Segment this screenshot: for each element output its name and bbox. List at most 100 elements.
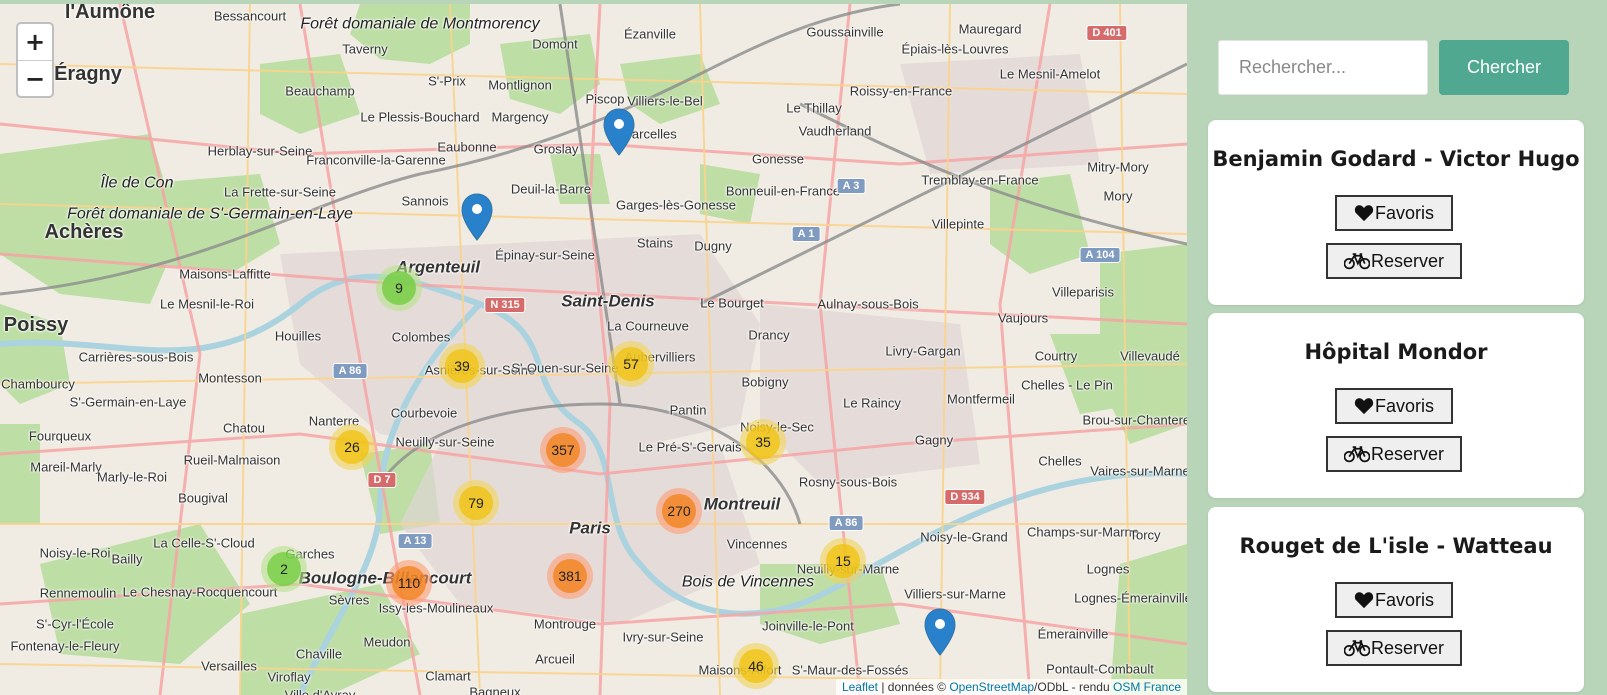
favorite-button[interactable]: Favoris: [1335, 388, 1453, 424]
place-label: Livry-Gargan: [885, 343, 961, 359]
station-cluster[interactable]: 39: [439, 343, 485, 389]
road-shield: A 13: [397, 533, 433, 549]
place-label: Bagneux: [469, 684, 521, 695]
place-label: Forêt domaniale de S'-Germain-en-Laye: [67, 205, 353, 223]
reserve-button[interactable]: Reserver: [1326, 243, 1462, 279]
zoom-control: + −: [16, 22, 54, 98]
road-shield: N 315: [484, 297, 526, 313]
attribution-text: /ODbL - rendu: [1034, 680, 1113, 694]
road-shield: D 7: [367, 472, 397, 488]
search-button[interactable]: Chercher: [1439, 40, 1569, 95]
place-label: Lognes-Émerainville: [1074, 590, 1187, 606]
place-label: Saint-Denis: [561, 291, 655, 311]
station-cluster[interactable]: 35: [740, 419, 786, 465]
favorite-label: Favoris: [1374, 589, 1434, 610]
favorite-button[interactable]: Favoris: [1335, 195, 1453, 231]
place-label: Émerainville: [1037, 626, 1109, 642]
map-attribution: Leaflet | données © OpenStreetMap/ODbL -…: [835, 679, 1187, 695]
place-label: Margency: [491, 109, 549, 125]
station-cluster[interactable]: 9: [376, 265, 422, 311]
place-label: Bougival: [178, 490, 228, 506]
place-label: Noisy-le-Roi: [39, 545, 111, 561]
place-label: Carrières-sous-Bois: [78, 349, 194, 365]
zoom-out-button[interactable]: −: [18, 60, 52, 96]
place-label: Rosny-sous-Bois: [798, 474, 898, 490]
place-label: Chaville: [295, 646, 343, 662]
place-label: Épinay-sur-Seine: [495, 247, 595, 263]
cluster-count: 15: [826, 544, 860, 578]
place-label: Montfermeil: [947, 391, 1015, 407]
place-label: Le Pré-S'-Gervais: [638, 439, 742, 455]
station-cluster[interactable]: 357: [540, 427, 586, 473]
cluster-count: 357: [546, 433, 580, 467]
place-label: Ville d'Avray: [284, 687, 356, 695]
station-cluster[interactable]: 46: [733, 643, 779, 689]
openstreetmap-link[interactable]: OpenStreetMap: [949, 680, 1034, 694]
place-label: Île de Con: [100, 174, 174, 192]
reserve-label: Reserver: [1370, 443, 1445, 464]
place-label: Montlignon: [488, 77, 552, 93]
search-input[interactable]: Rechercher...: [1218, 40, 1428, 95]
road-shield: D 934: [944, 489, 986, 505]
place-label: Pantin: [669, 402, 707, 418]
osm-france-link[interactable]: OSM France: [1113, 680, 1181, 694]
bicycle-icon: [1343, 640, 1370, 657]
place-label: Éragny: [54, 63, 122, 85]
place-label: Neuilly-sur-Seine: [395, 434, 495, 450]
sidebar: Rechercher... Chercher Benjamin Godard -…: [1187, 4, 1607, 695]
place-label: Montesson: [198, 370, 262, 386]
place-label: Achères: [44, 221, 124, 243]
place-label: Rennemoulin: [39, 585, 117, 601]
place-label: Vaires-sur-Marne: [1090, 463, 1187, 479]
place-label: Clamart: [425, 668, 471, 684]
cluster-count: 381: [553, 559, 587, 593]
station-cluster[interactable]: 26: [329, 424, 375, 470]
station-marker[interactable]: [603, 108, 635, 156]
place-label: Ézanville: [623, 26, 677, 42]
station-cluster[interactable]: 79: [453, 480, 499, 526]
cluster-count: 46: [739, 649, 773, 683]
place-label: Chambourcy: [1, 376, 75, 392]
reserve-button[interactable]: Reserver: [1326, 630, 1462, 666]
station-name: Hôpital Mondor: [1304, 340, 1488, 364]
heart-icon: [1354, 592, 1374, 609]
place-label: Dugny: [694, 238, 732, 254]
leaflet-link[interactable]: Leaflet: [842, 680, 878, 694]
cluster-count: 270: [662, 494, 696, 528]
place-label: Bailly: [111, 551, 143, 567]
station-cluster[interactable]: 110: [386, 560, 432, 606]
favorite-button[interactable]: Favoris: [1335, 582, 1453, 618]
place-label: Aulnay-sous-Bois: [817, 296, 919, 312]
station-cluster[interactable]: 57: [608, 341, 654, 387]
station-cluster[interactable]: 381: [547, 553, 593, 599]
station-map[interactable]: l'Aumône Bessancourt Forêt domaniale de Mo…: [0, 4, 1187, 695]
place-label: Brou-sur-Chantereine: [1082, 412, 1187, 428]
place-label: Le Bourget: [700, 295, 764, 311]
place-label: Gonesse: [751, 151, 805, 167]
place-label: Stains: [636, 235, 674, 251]
station-marker[interactable]: [461, 193, 493, 241]
place-label: Versailles: [201, 658, 257, 674]
place-label: Villeparisis: [1052, 284, 1114, 300]
station-cluster[interactable]: 270: [656, 488, 702, 534]
place-label: Chelles - Le Pin: [1021, 377, 1113, 393]
place-label: Forêt domaniale de Montmorency: [300, 15, 540, 33]
zoom-in-button[interactable]: +: [18, 24, 52, 60]
place-label: Joinville-le-Pont: [762, 618, 854, 634]
place-label: Marly-le-Roi: [96, 469, 168, 485]
place-label: Mitry-Mory: [1087, 159, 1149, 175]
station-cluster[interactable]: 15: [820, 538, 866, 584]
place-label: Drancy: [748, 327, 790, 343]
station-marker[interactable]: [924, 608, 956, 656]
favorite-label: Favoris: [1374, 395, 1434, 416]
place-label: Fourqueux: [28, 428, 92, 444]
place-label: Arcueil: [535, 651, 575, 667]
place-label: Bobigny: [741, 374, 789, 390]
road-shield: A 86: [332, 363, 368, 379]
cluster-count: 110: [392, 566, 426, 600]
station-cluster[interactable]: 2: [261, 546, 307, 592]
place-label: Villepinte: [931, 216, 985, 232]
place-label: Gagny: [914, 432, 954, 448]
reserve-button[interactable]: Reserver: [1326, 436, 1462, 472]
place-label: Eaubonne: [437, 139, 497, 155]
